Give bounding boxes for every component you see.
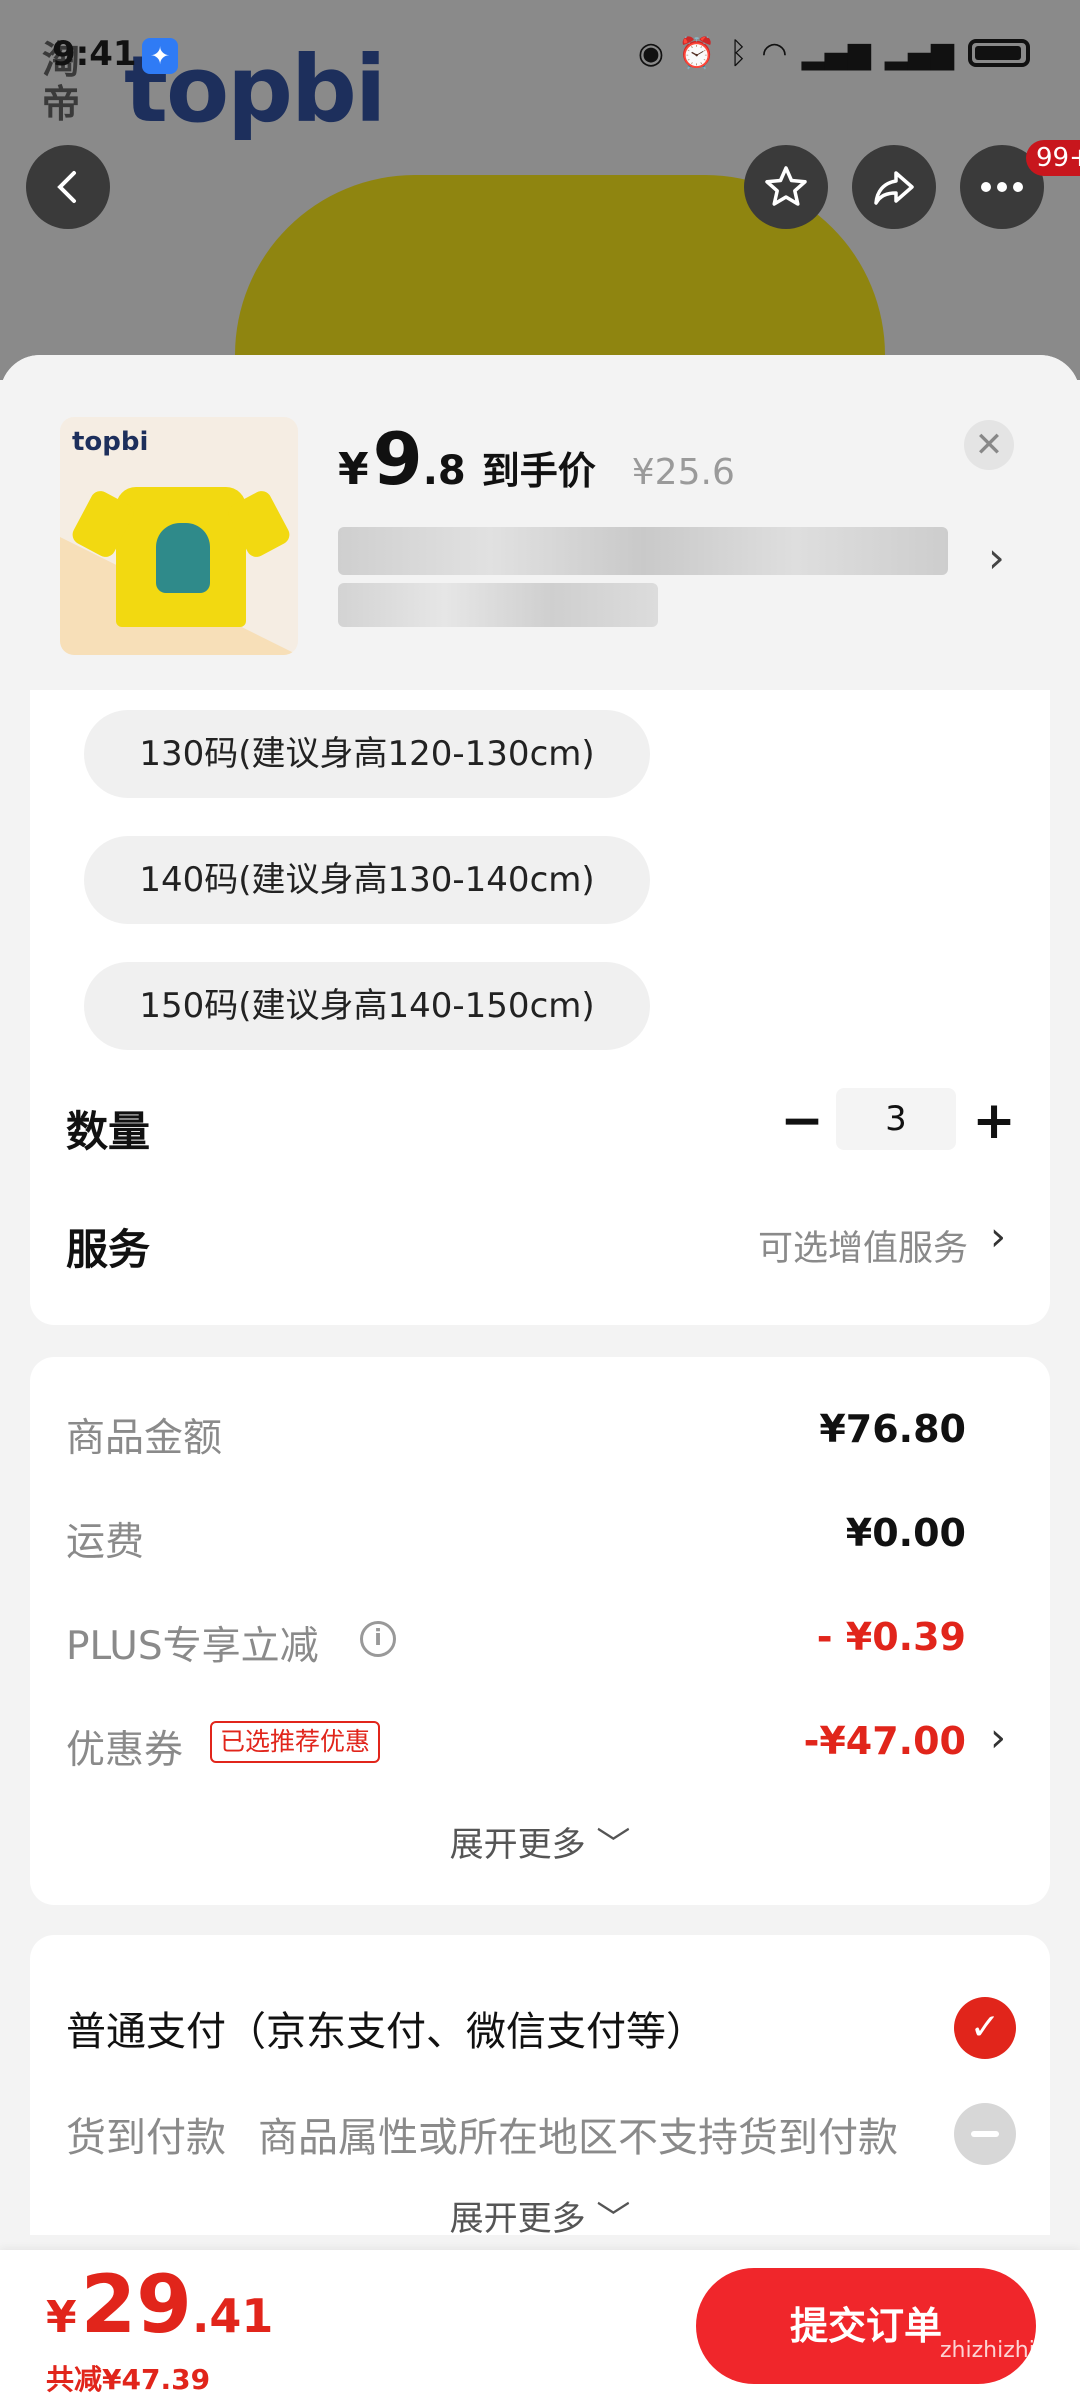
product-title-blurred[interactable]: [338, 527, 948, 575]
more-dots-icon: [981, 182, 1023, 192]
price-label: 到手价: [481, 449, 596, 493]
back-button[interactable]: [26, 145, 110, 229]
close-icon: ✕: [974, 425, 1004, 465]
star-icon: [765, 166, 807, 206]
watermark: zhizhizhi.com: [940, 2338, 1080, 2363]
total-price: ¥ 29 .41: [46, 2258, 273, 2351]
goods-amount-value: ¥76.80: [819, 1407, 966, 1451]
total-decimal: .41: [191, 2289, 274, 2343]
quantity-input[interactable]: 3: [836, 1088, 956, 1150]
signal-4g-icon-2: ▂▄▆: [884, 35, 954, 71]
price-decimal: .8: [422, 448, 466, 494]
total-saved: 共减¥47.39: [46, 2363, 211, 2396]
service-value[interactable]: 可选增值服务: [758, 1220, 968, 1271]
payment-cod-option: 货到付款: [66, 2115, 226, 2161]
quantity-decrease-button[interactable]: −: [772, 1086, 832, 1156]
payment-cod-note: 商品属性或所在地区不支持货到付款: [258, 2115, 898, 2161]
battery-icon: [968, 39, 1030, 67]
price-line: ¥ 9 .8 到手价 ¥25.6: [338, 417, 735, 501]
status-icons: ◉ ⏰ ᛒ ◠ ▂▄▆ ▂▄▆: [637, 35, 1030, 71]
favorite-button[interactable]: [744, 145, 828, 229]
thumbnail-dino-print: [156, 523, 210, 593]
expand-more-costs[interactable]: 展开更多 ﹀: [30, 1817, 1050, 1866]
signal-4g-icon: ▂▄▆: [801, 35, 871, 71]
bottom-bar: ¥ 29 .41 共减¥47.39 提交订单: [0, 2250, 1080, 2400]
alarm-icon: ⏰: [678, 35, 716, 71]
info-icon[interactable]: i: [360, 1621, 396, 1657]
quantity-increase-button[interactable]: +: [964, 1086, 1024, 1156]
message-count-badge: 99+: [1026, 140, 1080, 176]
status-time: 9:41: [52, 34, 137, 74]
bluetooth-icon: ᛒ: [729, 35, 748, 71]
price-integer: 9: [372, 417, 423, 501]
submit-order-button[interactable]: 提交订单: [696, 2268, 1036, 2384]
disabled-icon: [954, 2103, 1016, 2165]
cost-card: 商品金额 ¥76.80 运费 ¥0.00 PLUS专享立减 i - ¥0.39 …: [30, 1357, 1050, 1905]
chevron-right-icon[interactable]: ›: [990, 1715, 1006, 1761]
wifi-icon: ◠: [761, 35, 788, 71]
coupon-value[interactable]: -¥47.00: [804, 1719, 966, 1763]
close-button[interactable]: ✕: [964, 420, 1014, 470]
chevron-right-icon[interactable]: ›: [990, 1214, 1006, 1260]
chevron-left-icon: [57, 171, 76, 203]
product-thumbnail[interactable]: topbi: [60, 417, 298, 655]
size-option-130[interactable]: 130码(建议身高120-130cm): [84, 710, 650, 798]
payment-card: 普通支付（京东支付、微信支付等） ✓ 货到付款 商品属性或所在地区不支持货到付款…: [30, 1935, 1050, 2239]
eye-icon: ◉: [637, 35, 665, 71]
original-price: ¥25.6: [631, 452, 735, 493]
spec-card: 130码(建议身高120-130cm) 140码(建议身高130-140cm) …: [30, 690, 1050, 1325]
checkmark-icon[interactable]: ✓: [954, 1997, 1016, 2059]
shipping-value: ¥0.00: [845, 1511, 966, 1555]
chevron-right-icon[interactable]: ›: [988, 533, 1005, 582]
plus-discount-value: - ¥0.39: [816, 1615, 966, 1659]
total-integer: 29: [80, 2258, 192, 2351]
expand-more-payments[interactable]: 展开更多 ﹀: [30, 2191, 1050, 2240]
goods-amount-label: 商品金额: [66, 1416, 223, 1461]
price-symbol: ¥: [338, 444, 369, 495]
plus-discount-label: PLUS专享立减: [66, 1624, 319, 1669]
thumbnail-brand: topbi: [72, 427, 149, 457]
shipping-label: 运费: [66, 1520, 145, 1565]
total-symbol: ¥: [46, 2292, 77, 2343]
bulb-icon: ✦: [142, 38, 178, 74]
share-button[interactable]: [852, 145, 936, 229]
quantity-label: 数量: [66, 1107, 151, 1156]
sheet-header: topbi ¥ 9 .8 到手价 ¥25.6 ✕ ›: [0, 355, 1080, 690]
coupon-tag: 已选推荐优惠: [210, 1721, 381, 1763]
product-title-blurred-line2[interactable]: [338, 583, 658, 627]
coupon-label: 优惠券: [66, 1728, 184, 1773]
status-bar: 9:41 ✦ ◉ ⏰ ᛒ ◠ ▂▄▆ ▂▄▆: [0, 30, 1080, 82]
order-sheet: topbi ¥ 9 .8 到手价 ¥25.6 ✕ › 130码(建议身高120-…: [0, 355, 1080, 2400]
payment-normal-option[interactable]: 普通支付（京东支付、微信支付等）: [66, 1999, 706, 2057]
service-label: 服务: [66, 1225, 151, 1274]
size-option-150[interactable]: 150码(建议身高140-150cm): [84, 962, 650, 1050]
size-option-140[interactable]: 140码(建议身高130-140cm): [84, 836, 650, 924]
share-arrow-icon: [874, 171, 914, 205]
